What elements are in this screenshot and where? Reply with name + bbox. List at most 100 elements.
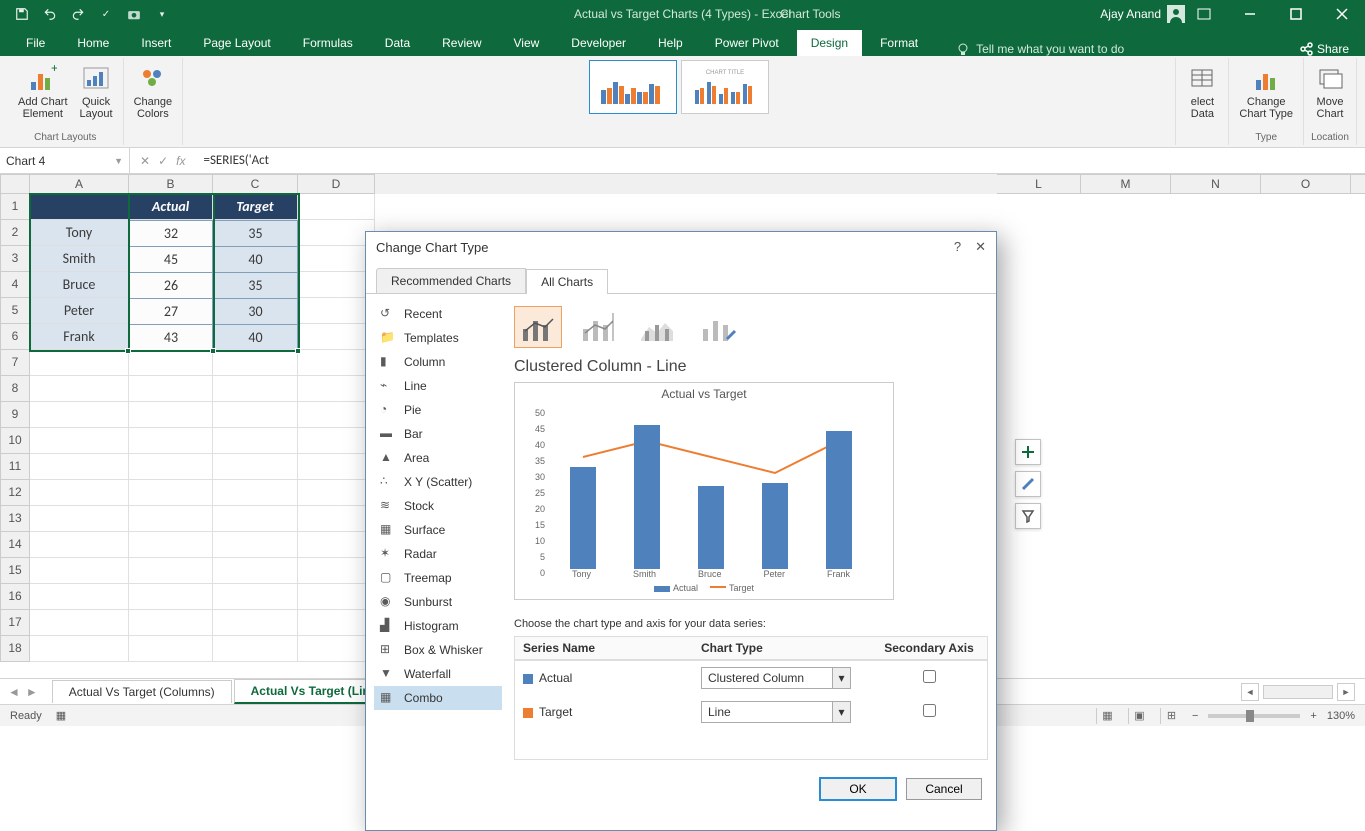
- zoom-in-icon[interactable]: +: [1310, 710, 1316, 722]
- cancel-button[interactable]: Cancel: [906, 778, 982, 800]
- chart-type-x-y-scatter-[interactable]: ∴X Y (Scatter): [374, 470, 502, 494]
- ok-button[interactable]: OK: [820, 778, 896, 800]
- select-all-corner[interactable]: [0, 174, 30, 194]
- tab-view[interactable]: View: [500, 30, 554, 56]
- cell-C7[interactable]: [213, 350, 298, 376]
- subtype-stacked-area-clustered-column[interactable]: [634, 306, 682, 348]
- zoom-out-icon[interactable]: −: [1192, 710, 1198, 722]
- cell-B13[interactable]: [129, 506, 213, 532]
- row-header-8[interactable]: 8: [0, 376, 30, 402]
- col-header-N[interactable]: N: [1171, 174, 1261, 194]
- cell-D8[interactable]: [298, 376, 375, 402]
- change-colors-button[interactable]: Change Colors: [130, 60, 177, 122]
- subtype-custom-combo[interactable]: [694, 306, 742, 348]
- cell-B18[interactable]: [129, 636, 213, 662]
- cell-C16[interactable]: [213, 584, 298, 610]
- col-header-L[interactable]: L: [997, 174, 1081, 194]
- row-header-6[interactable]: 6: [0, 324, 30, 350]
- dialog-close-icon[interactable]: ✕: [975, 239, 986, 255]
- chart-type-select-actual[interactable]: Clustered Column▾: [701, 667, 851, 689]
- name-box-dropdown-icon[interactable]: ▼: [114, 156, 123, 166]
- chart-type-recent[interactable]: ↺Recent: [374, 302, 502, 326]
- cell-B7[interactable]: [129, 350, 213, 376]
- cell-D3[interactable]: [298, 246, 375, 272]
- cell-C17[interactable]: [213, 610, 298, 636]
- cell-A7[interactable]: [30, 350, 129, 376]
- tab-data[interactable]: Data: [371, 30, 424, 56]
- page-break-view-icon[interactable]: ⊞: [1160, 708, 1182, 724]
- subtype-clustered-column-line-secondary[interactable]: [574, 306, 622, 348]
- tab-design[interactable]: Design: [797, 30, 862, 56]
- chart-elements-button[interactable]: [1015, 439, 1041, 465]
- col-header-C[interactable]: C: [213, 174, 298, 194]
- chart-type-pie[interactable]: ◔Pie: [374, 398, 502, 422]
- row-header-15[interactable]: 15: [0, 558, 30, 584]
- chart-type-templates[interactable]: 📁Templates: [374, 326, 502, 350]
- zoom-level[interactable]: 130%: [1327, 710, 1355, 722]
- hscroll-track[interactable]: [1263, 685, 1333, 699]
- macro-recording-icon[interactable]: ▦: [56, 709, 66, 722]
- cell-B12[interactable]: [129, 480, 213, 506]
- row-header-17[interactable]: 17: [0, 610, 30, 636]
- chart-type-stock[interactable]: ≋Stock: [374, 494, 502, 518]
- hscroll-left[interactable]: ◄: [1241, 683, 1259, 701]
- row-header-14[interactable]: 14: [0, 532, 30, 558]
- secondary-axis-checkbox-actual[interactable]: [923, 670, 936, 683]
- chart-style-2[interactable]: CHART TITLE: [681, 60, 769, 114]
- cell-D11[interactable]: [298, 454, 375, 480]
- row-header-2[interactable]: 2: [0, 220, 30, 246]
- chart-type-combo[interactable]: ▦Combo: [374, 686, 502, 710]
- sheet-nav-next-icon[interactable]: ►: [26, 685, 38, 699]
- change-chart-type-button[interactable]: Change Chart Type: [1235, 60, 1297, 122]
- chart-styles-button[interactable]: [1015, 471, 1041, 497]
- tab-formulas[interactable]: Formulas: [289, 30, 367, 56]
- cell-C13[interactable]: [213, 506, 298, 532]
- tab-format[interactable]: Format: [866, 30, 932, 56]
- select-data-button[interactable]: elect Data: [1182, 60, 1222, 122]
- row-header-7[interactable]: 7: [0, 350, 30, 376]
- cell-A14[interactable]: [30, 532, 129, 558]
- tab-all-charts[interactable]: All Charts: [526, 269, 608, 294]
- tab-power-pivot[interactable]: Power Pivot: [701, 30, 793, 56]
- tab-review[interactable]: Review: [428, 30, 495, 56]
- close-icon[interactable]: [1319, 0, 1365, 28]
- cell-A10[interactable]: [30, 428, 129, 454]
- col-header-P[interactable]: P: [1351, 174, 1365, 194]
- cell-A17[interactable]: [30, 610, 129, 636]
- cell-B9[interactable]: [129, 402, 213, 428]
- cell-B11[interactable]: [129, 454, 213, 480]
- maximize-icon[interactable]: [1273, 0, 1319, 28]
- secondary-axis-checkbox-target[interactable]: [923, 704, 936, 717]
- cell-D9[interactable]: [298, 402, 375, 428]
- row-header-10[interactable]: 10: [0, 428, 30, 454]
- cell-C8[interactable]: [213, 376, 298, 402]
- tab-insert[interactable]: Insert: [127, 30, 185, 56]
- chart-style-gallery[interactable]: CHART TITLE: [589, 60, 769, 114]
- col-header-O[interactable]: O: [1261, 174, 1351, 194]
- quick-layout-button[interactable]: Quick Layout: [76, 60, 117, 122]
- dialog-help-icon[interactable]: ?: [954, 239, 961, 255]
- row-header-13[interactable]: 13: [0, 506, 30, 532]
- cell-D6[interactable]: [298, 324, 375, 350]
- tab-recommended-charts[interactable]: Recommended Charts: [376, 268, 526, 293]
- chart-type-bar[interactable]: ▬Bar: [374, 422, 502, 446]
- tab-file[interactable]: File: [12, 30, 59, 56]
- chart-type-surface[interactable]: ▦Surface: [374, 518, 502, 542]
- row-header-18[interactable]: 18: [0, 636, 30, 662]
- fx-icon[interactable]: fx: [176, 154, 185, 168]
- cell-C15[interactable]: [213, 558, 298, 584]
- camera-icon[interactable]: [124, 4, 144, 24]
- cell-A15[interactable]: [30, 558, 129, 584]
- chart-type-line[interactable]: ⌁Line: [374, 374, 502, 398]
- cell-B17[interactable]: [129, 610, 213, 636]
- qat-customize-icon[interactable]: ▾: [152, 4, 172, 24]
- sheet-nav-prev-icon[interactable]: ◄: [8, 685, 20, 699]
- cell-B14[interactable]: [129, 532, 213, 558]
- cell-D10[interactable]: [298, 428, 375, 454]
- chart-type-waterfall[interactable]: ▼Waterfall: [374, 662, 502, 686]
- tell-me-search[interactable]: Tell me what you want to do: [956, 42, 1295, 56]
- chart-style-1[interactable]: [589, 60, 677, 114]
- cell-C12[interactable]: [213, 480, 298, 506]
- chart-filters-button[interactable]: [1015, 503, 1041, 529]
- hscroll-right[interactable]: ►: [1337, 683, 1355, 701]
